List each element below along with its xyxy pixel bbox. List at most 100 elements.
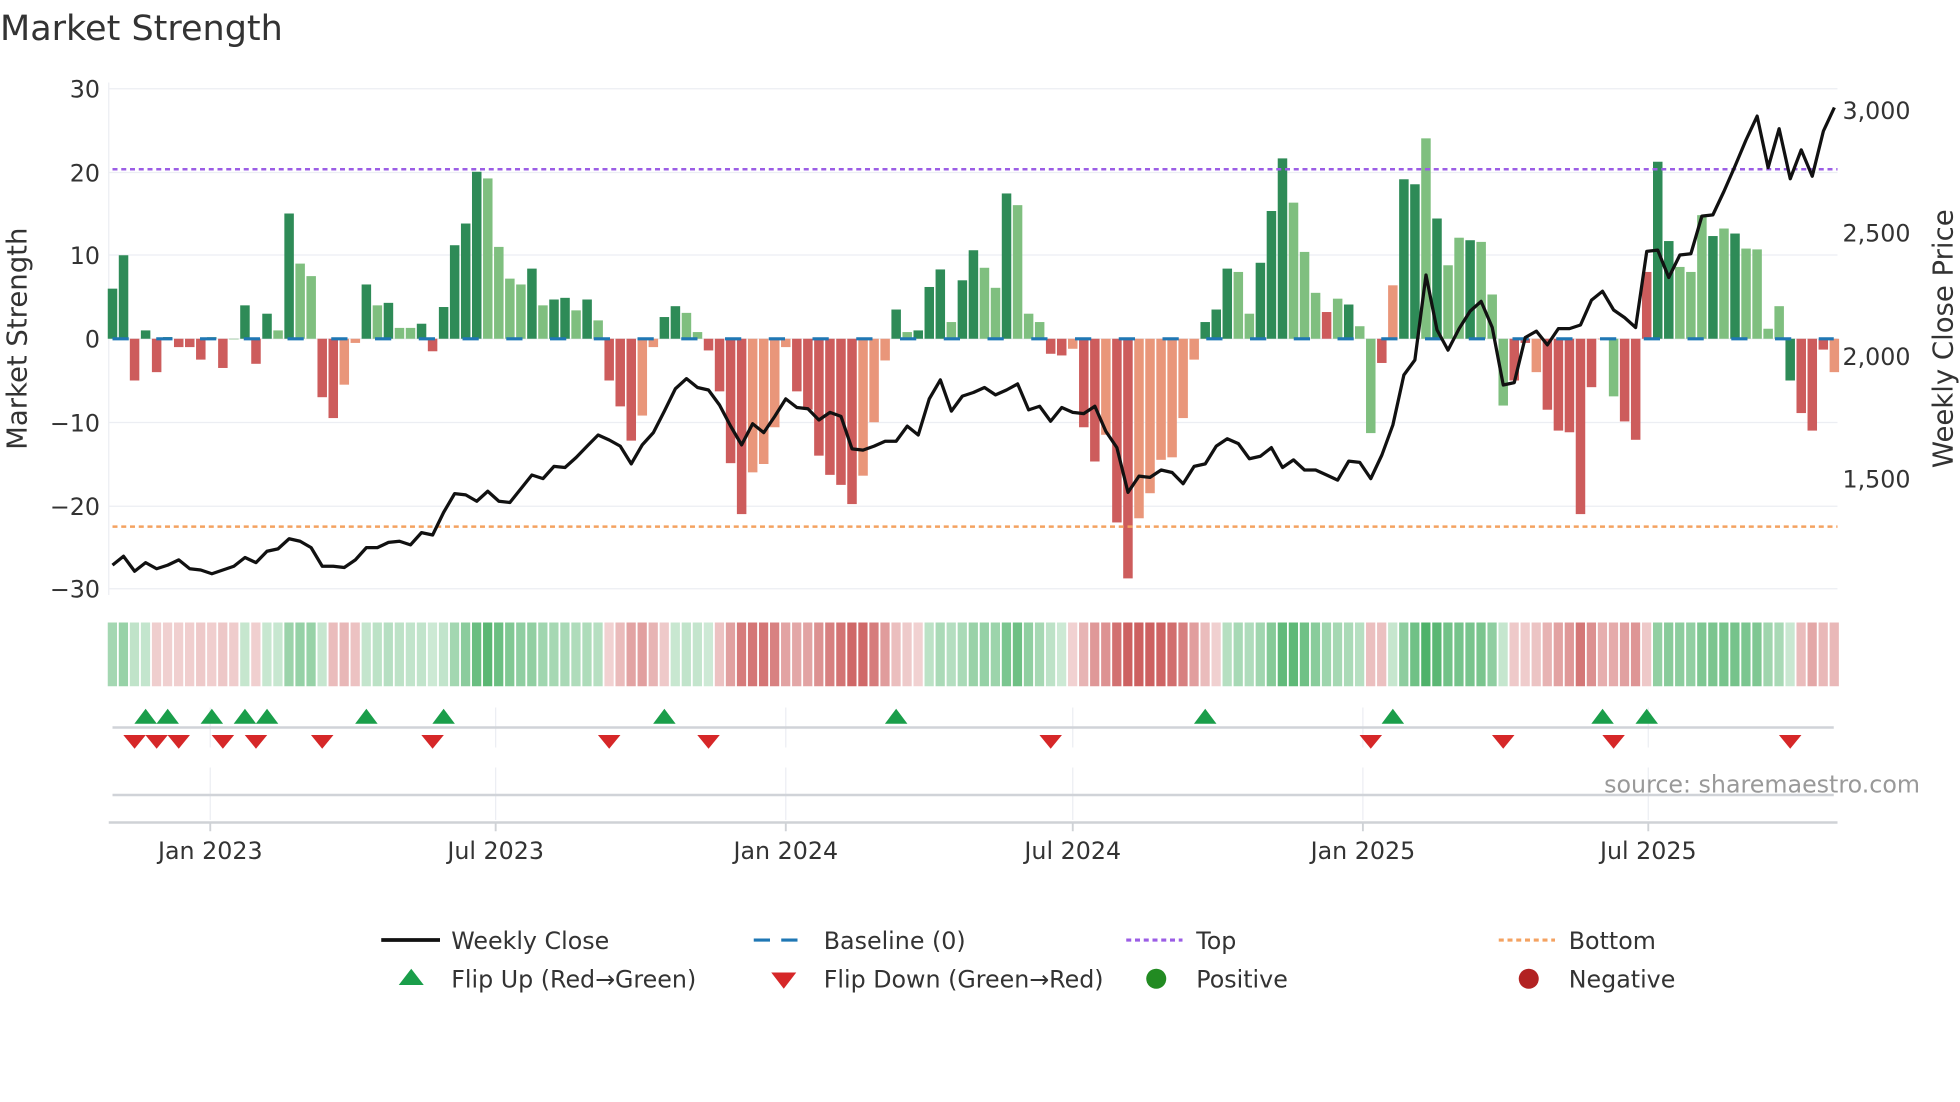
strength-bar [538, 305, 548, 339]
flip-down-marker [123, 735, 146, 749]
strip-cell [1399, 622, 1409, 687]
strength-bar [626, 338, 637, 441]
strength-bar [1763, 328, 1773, 339]
strength-bar [681, 312, 692, 339]
strip-cell [1222, 622, 1232, 687]
strip-cell [273, 622, 283, 687]
strip-cell [1454, 622, 1464, 687]
strength-bar [714, 338, 725, 392]
strip-cell [957, 622, 967, 687]
strip-cell [1410, 622, 1420, 687]
strip-cell [1509, 622, 1519, 687]
strip-cell [1774, 622, 1784, 687]
strength-bar [1244, 313, 1255, 339]
strength-bar [814, 338, 824, 456]
strip-cell [825, 622, 835, 687]
strength-bar [891, 309, 901, 339]
strip-cell [538, 622, 548, 687]
strength-bar [1752, 249, 1762, 339]
flip-up-marker [432, 708, 455, 724]
strip-cell [1653, 622, 1663, 687]
strip-cell [1421, 622, 1431, 687]
strip-cell [1045, 622, 1056, 687]
strip-cell [1299, 622, 1310, 687]
strength-bar [549, 299, 559, 339]
strip-cell [1134, 622, 1144, 687]
strength-bar [1465, 240, 1475, 339]
strip-cell [1101, 622, 1111, 687]
strength-bar [990, 287, 1001, 339]
legend-label: Positive [1196, 966, 1288, 994]
strength-bar [1167, 338, 1177, 458]
strength-bar [295, 263, 305, 339]
strength-bar [1332, 298, 1343, 339]
strength-bar [185, 338, 195, 348]
strip-cell [229, 622, 239, 687]
strip-cell [173, 622, 184, 687]
circle-icon [1146, 968, 1167, 989]
strip-cell [140, 622, 151, 687]
strength-bar [1443, 265, 1453, 339]
strip-cell [129, 622, 140, 687]
strength-bar [1200, 322, 1210, 339]
strength-bar [957, 280, 968, 339]
strength-bar [1056, 338, 1067, 356]
strip-cell [1686, 622, 1696, 687]
strength-bar [703, 338, 714, 351]
strength-bar [1134, 338, 1144, 519]
flip-down-marker [310, 735, 334, 749]
strip-cell [604, 622, 614, 687]
strip-cell [449, 622, 460, 687]
strength-bar [1112, 338, 1122, 523]
strip-cell [814, 622, 824, 687]
y2-axis-label: Weekly Close Price [1928, 209, 1960, 468]
strength-bar [1222, 268, 1233, 339]
strip-cell [405, 622, 416, 687]
y2-tick-label: 2,000 [1843, 343, 1911, 371]
strength-bar [803, 338, 813, 410]
strength-bar [494, 246, 504, 339]
strip-cell [218, 622, 228, 687]
y-tick-label: 20 [70, 159, 100, 187]
y-tick-label: −30 [50, 576, 100, 604]
strength-bar [1288, 202, 1299, 339]
strip-cell [692, 622, 702, 687]
legend-label: Flip Up (Red→Green) [451, 966, 696, 994]
strength-bar [1553, 338, 1564, 431]
strip-cell [637, 622, 647, 687]
strength-bar [372, 305, 383, 339]
strip-cell [648, 622, 658, 687]
strip-cell [582, 622, 592, 687]
strength-bar [1730, 233, 1740, 339]
strip-cell [1829, 622, 1839, 687]
strip-cell [1432, 622, 1442, 687]
strength-bar [339, 338, 350, 385]
strip-cell [1608, 622, 1619, 687]
strip-cell [560, 622, 570, 687]
strength-bar [637, 338, 648, 416]
strength-bars [107, 138, 1840, 579]
strip-cell [1034, 622, 1045, 687]
strip-cell [471, 622, 482, 687]
strength-bar [659, 317, 670, 339]
strength-bar [1023, 313, 1034, 339]
strength-bar [129, 338, 140, 381]
strength-bar [1719, 228, 1729, 339]
chart-title: Market Strength [0, 9, 283, 49]
strength-bar [1608, 338, 1619, 397]
y-tick-label: 30 [70, 76, 100, 104]
strength-bar [1321, 312, 1332, 339]
strip-cell [736, 622, 747, 687]
strength-bar [1664, 241, 1674, 339]
flip-up-marker [1591, 708, 1614, 724]
strength-bar [449, 245, 460, 339]
strip-cell [1818, 622, 1828, 687]
strength-bar [670, 306, 681, 339]
strip-cell [383, 622, 393, 687]
x-gridlines [209, 707, 1649, 821]
strip-cell [792, 622, 802, 687]
strip-cell [1575, 622, 1585, 687]
strip-cell [670, 622, 680, 687]
strip-cell [1719, 622, 1729, 687]
strength-bar [361, 284, 372, 339]
